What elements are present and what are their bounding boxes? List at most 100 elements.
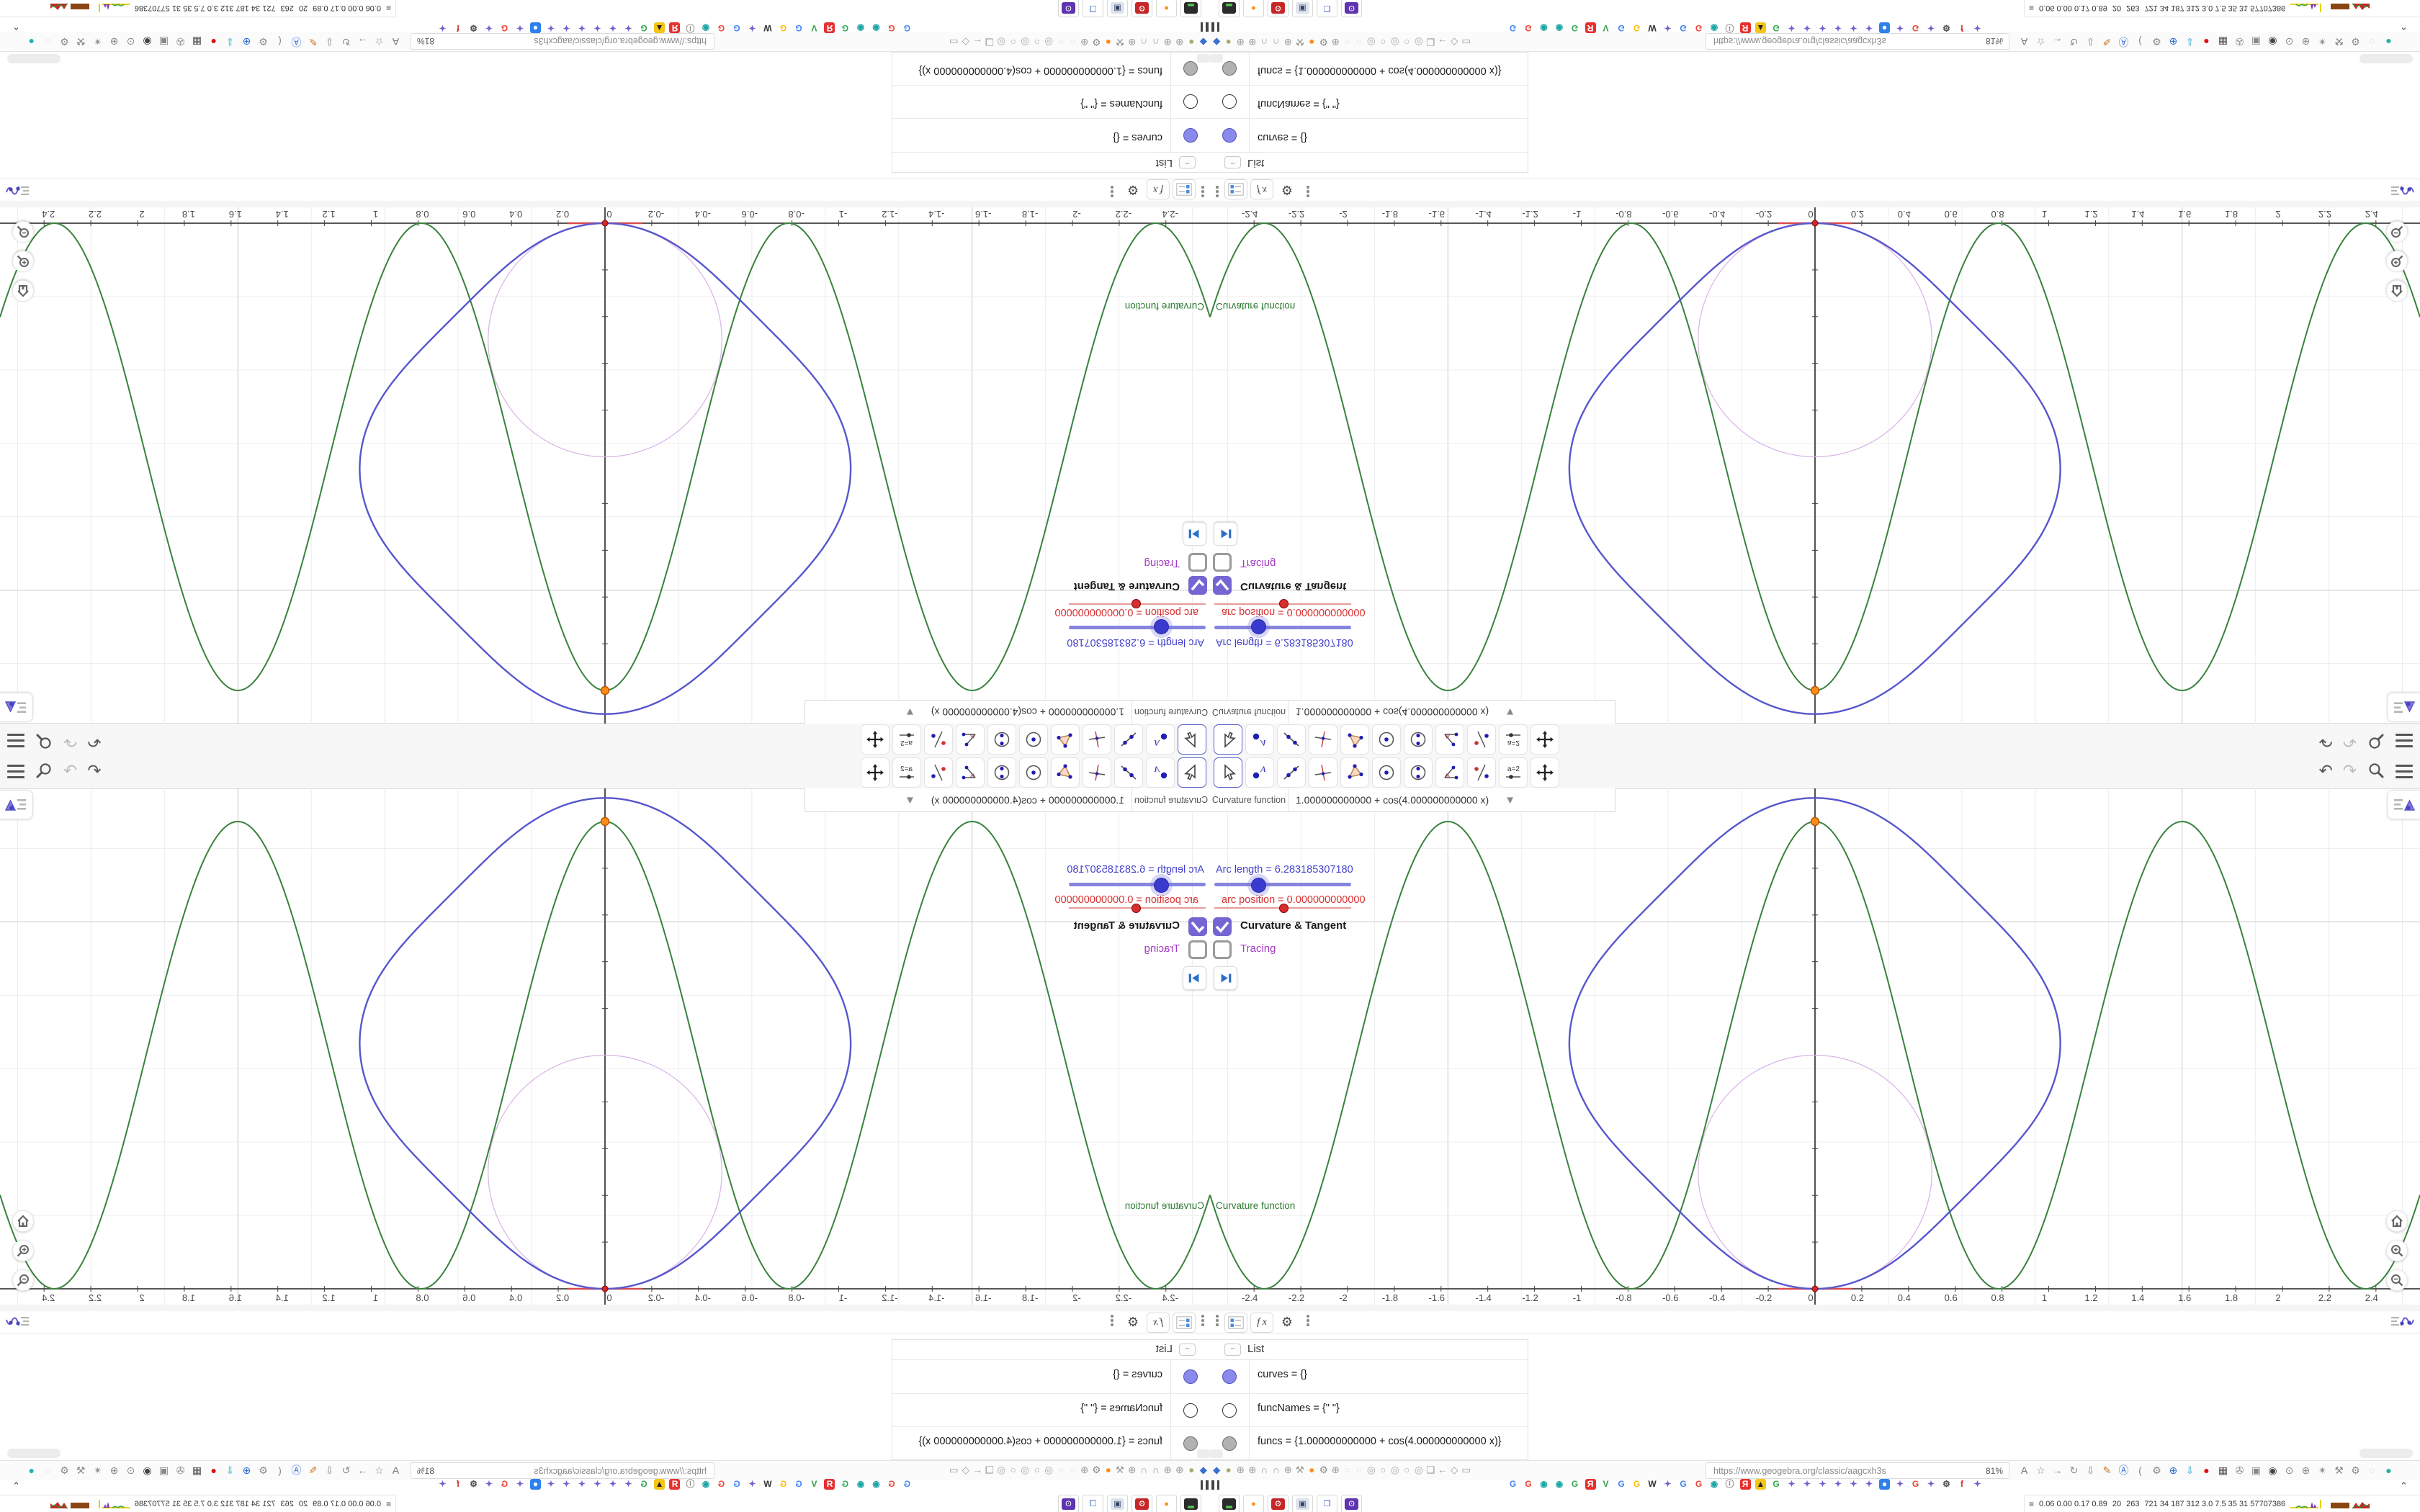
collapse-button[interactable]: − xyxy=(1224,156,1241,168)
favicon-wikipedia[interactable]: W xyxy=(763,1479,774,1490)
list-row[interactable]: curves = {} xyxy=(892,1360,1210,1394)
ice-icon[interactable]: ● xyxy=(2200,35,2213,49)
arc-position-slider-label[interactable]: arc position = 0.000000000000 xyxy=(1222,894,1366,906)
arc-position-point[interactable] xyxy=(601,1285,609,1292)
angle-tool[interactable] xyxy=(1435,724,1464,755)
favicon-chat[interactable]: ● xyxy=(1879,22,1890,33)
firefox-window-button[interactable]: ● xyxy=(1156,1495,1177,1512)
pencil-icon[interactable]: ✎ xyxy=(2101,35,2113,49)
pencil-icon[interactable]: ✎ xyxy=(2101,1463,2113,1477)
kebab-menu-icon[interactable] xyxy=(1216,1315,1219,1326)
headset-icon[interactable]: ∩ xyxy=(1271,35,1282,49)
favicon-star[interactable]: ✦ xyxy=(1848,1479,1859,1490)
kebab-menu-icon[interactable] xyxy=(1201,186,1204,197)
favicon-google[interactable]: G xyxy=(778,22,789,33)
folder-icon[interactable]: ❏ xyxy=(985,35,995,49)
favicon-google[interactable]: G xyxy=(1507,22,1518,33)
favicon-chat[interactable]: ● xyxy=(530,1479,541,1490)
globe-icon[interactable]: ⊕ xyxy=(1283,1463,1294,1477)
favicon-star[interactable]: ✦ xyxy=(1895,1479,1906,1490)
move-tool[interactable] xyxy=(1214,757,1242,788)
paren-icon[interactable]: ( xyxy=(274,1463,286,1477)
polygon-tool[interactable] xyxy=(1051,757,1080,788)
folder-icon[interactable]: ❏ xyxy=(1425,1463,1436,1477)
list-row[interactable]: curves = {} xyxy=(1210,1360,1528,1394)
favicon-star[interactable]: ✦ xyxy=(608,22,619,33)
fx-button[interactable]: f x xyxy=(1250,1313,1273,1333)
favicon-google[interactable]: G xyxy=(732,1479,743,1490)
favicon-google[interactable]: G xyxy=(887,1479,897,1490)
polygon-tool[interactable] xyxy=(1340,757,1369,788)
scrollbar-chip[interactable] xyxy=(7,54,60,63)
arc-position-point[interactable] xyxy=(1811,1285,1819,1292)
globe-icon[interactable]: ⊕ xyxy=(1127,1463,1138,1477)
favicon-google[interactable]: G xyxy=(716,22,727,33)
firefox-icon[interactable]: ● xyxy=(1103,35,1114,49)
collapse-chevron-icon[interactable]: ⌃ xyxy=(12,20,20,32)
uo-icon[interactable]: ◉ xyxy=(2267,1463,2279,1477)
kite-icon[interactable]: ◆ xyxy=(1198,35,1209,49)
circle-tool[interactable] xyxy=(1372,757,1401,788)
arc-position-slider-knob[interactable] xyxy=(1131,904,1141,913)
redgear-window-button[interactable]: ⚙ xyxy=(1268,0,1289,17)
redo-button[interactable]: ↷ xyxy=(2343,761,2357,780)
console-window-button[interactable]: ▂ xyxy=(1219,1495,1240,1512)
favicon-knot[interactable]: ◉ xyxy=(1538,22,1549,33)
gear-icon[interactable]: ⚙ xyxy=(1091,1463,1102,1477)
undo-button[interactable]: ↶ xyxy=(87,761,101,780)
gear-icon[interactable]: ⚙ xyxy=(2151,1463,2163,1477)
favicon-google[interactable]: G xyxy=(1678,22,1689,33)
circle-icon[interactable]: ○ xyxy=(1402,35,1412,49)
wrench-icon[interactable]: ⚒ xyxy=(2333,35,2345,49)
down-shield-icon[interactable]: ⇩ xyxy=(2184,1463,2196,1477)
arc-position-slider-knob[interactable] xyxy=(1131,599,1141,608)
favicon-wikipedia[interactable]: W xyxy=(1647,22,1658,33)
kebab-menu-icon[interactable] xyxy=(1111,1315,1113,1326)
move-graphics-tool[interactable] xyxy=(861,757,889,788)
home-button[interactable] xyxy=(12,1210,34,1232)
globe-icon[interactable]: ⊕ xyxy=(1162,1463,1173,1477)
floppy-window-button[interactable]: ❒ xyxy=(1083,1495,1103,1512)
thumb-icon[interactable]: ✴ xyxy=(91,1463,104,1477)
faint-circle-icon[interactable]: ○ xyxy=(1056,1463,1067,1477)
tracing-checkbox[interactable] xyxy=(1188,553,1207,572)
archive-icon[interactable]: ▣ xyxy=(2250,35,2262,49)
owl-window-button[interactable]: ʘ xyxy=(1341,0,1362,17)
firefox-window-button[interactable]: ● xyxy=(1156,0,1177,17)
favicon-star[interactable]: ✦ xyxy=(1848,22,1859,33)
target-icon[interactable]: ◎ xyxy=(996,35,1007,49)
lock-icon[interactable]: ▭ xyxy=(949,35,959,49)
globe-icon[interactable]: ⊕ xyxy=(1162,35,1173,49)
favicon-google[interactable]: G xyxy=(794,22,805,33)
circle-icon[interactable]: ○ xyxy=(1378,1463,1389,1477)
visibility-toggle[interactable] xyxy=(1183,60,1198,76)
thumb-icon[interactable]: ✴ xyxy=(2316,35,2329,49)
favicon-star[interactable]: ✦ xyxy=(1786,1479,1797,1490)
favicon-google[interactable]: G xyxy=(1523,1479,1534,1490)
kebab-menu-icon[interactable] xyxy=(1111,186,1113,197)
arc-length-slider[interactable] xyxy=(1069,883,1206,886)
tree-view-button[interactable] xyxy=(1173,1313,1196,1333)
favicon-star[interactable]: ✦ xyxy=(1895,22,1906,33)
line-tool[interactable] xyxy=(1114,724,1143,755)
chevron-down-icon[interactable]: ▼ xyxy=(905,706,915,719)
teal-dot-icon[interactable]: ● xyxy=(2383,1463,2395,1477)
list-row[interactable]: funcNames = {" "} xyxy=(892,84,1210,119)
reload-icon[interactable]: ↻ xyxy=(2068,35,2080,49)
favicon-google[interactable]: G xyxy=(716,1479,727,1490)
move-graphics-tool[interactable] xyxy=(1531,724,1559,755)
redgear-window-button[interactable]: ⚙ xyxy=(1131,1495,1152,1512)
gear-icon[interactable]: ⚙ xyxy=(257,35,269,49)
wrench-icon[interactable]: ⚒ xyxy=(2333,1463,2345,1477)
favicon-info[interactable]: ⓘ xyxy=(685,1479,696,1490)
monitor-window-button[interactable]: ▣ xyxy=(1292,1495,1313,1512)
scrollbar-chip[interactable] xyxy=(7,1449,60,1458)
favicon-star[interactable]: ✦ xyxy=(546,22,557,33)
shield-icon[interactable]: ◇ xyxy=(1449,1463,1460,1477)
curvature-tangent-checkbox-label[interactable]: Curvature & Tangent xyxy=(1240,580,1346,593)
uo-icon[interactable]: ◉ xyxy=(141,1463,153,1477)
redgear-window-button[interactable]: ⚙ xyxy=(1268,1495,1289,1512)
favicon-google[interactable]: G xyxy=(1523,22,1534,33)
curvature-tangent-checkbox[interactable] xyxy=(1213,917,1232,936)
favicon-wikipedia[interactable]: W xyxy=(763,22,774,33)
